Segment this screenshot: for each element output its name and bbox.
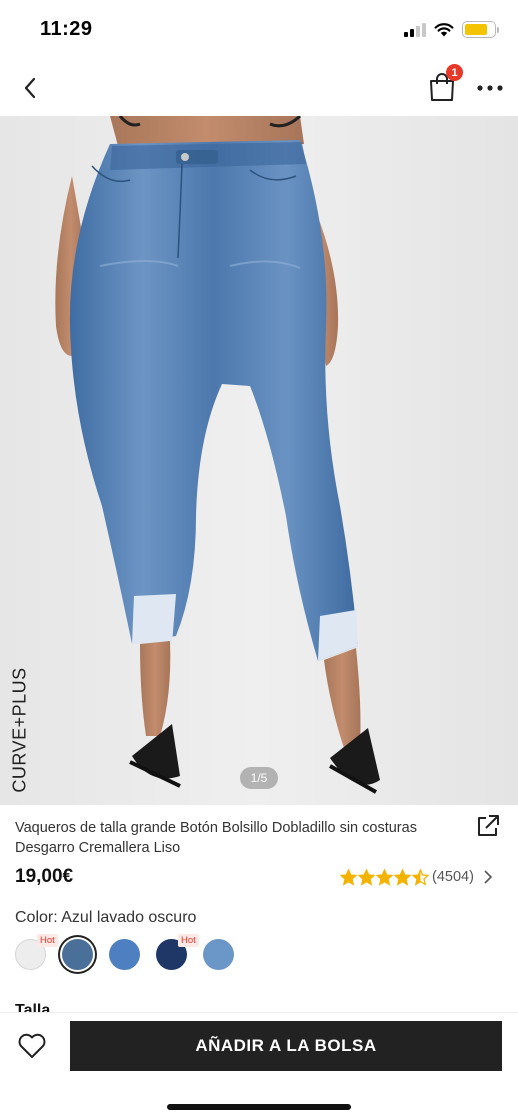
brand-tag-text: CURVE+PLUS [9, 667, 30, 793]
brand-tag: CURVE+PLUS [6, 667, 34, 793]
heart-outline-icon [18, 1033, 46, 1058]
color-label: Color: Azul lavado oscuro [15, 909, 197, 926]
color-swatch-azul-lavado-oscuro[interactable] [62, 939, 93, 970]
bottom-action-bar: AÑADIR A LA BOLSA [0, 1012, 518, 1120]
rating-stars [340, 868, 429, 886]
star-filled-icon [376, 868, 393, 886]
signal-bar [422, 22, 426, 37]
chevron-left-icon [24, 77, 36, 99]
product-photo [0, 116, 518, 805]
battery-fill [465, 24, 488, 35]
hot-badge: Hot [178, 934, 199, 947]
home-indicator [167, 1104, 351, 1110]
star-filled-icon [340, 868, 357, 886]
back-button[interactable] [14, 72, 46, 104]
status-icons [404, 21, 499, 38]
more-options-button[interactable] [474, 74, 506, 102]
product-title: Vaqueros de talla grande Botón Bolsillo … [15, 820, 417, 856]
cellular-signal-icon [404, 22, 426, 37]
nav-bar: 1 [0, 60, 518, 116]
ellipsis-icon [477, 85, 503, 91]
battery-icon [462, 21, 499, 38]
star-half-icon [412, 868, 429, 886]
share-icon [478, 815, 499, 836]
product-image-carousel[interactable]: CURVE+PLUS 1/5 [0, 116, 518, 805]
share-button[interactable] [474, 812, 502, 840]
signal-bar [410, 28, 414, 37]
signal-bar [404, 31, 408, 37]
wishlist-button[interactable] [16, 1030, 48, 1062]
bag-count-badge: 1 [446, 64, 463, 81]
star-filled-icon [358, 868, 375, 886]
color-swatch-azul-medio[interactable] [109, 939, 140, 970]
hot-badge: Hot [37, 934, 58, 947]
rating-count: (4504) [432, 869, 474, 885]
status-bar: 11:29 [0, 0, 518, 60]
status-time: 11:29 [40, 18, 93, 40]
chevron-right-icon [484, 870, 493, 884]
color-swatch-azul-claro[interactable] [203, 939, 234, 970]
add-to-bag-button[interactable]: AÑADIR A LA BOLSA [70, 1021, 502, 1071]
signal-bar [416, 25, 420, 37]
product-rating[interactable]: (4504) [340, 866, 493, 888]
star-filled-icon [394, 868, 411, 886]
image-page-indicator: 1/5 [240, 767, 278, 789]
wifi-icon [434, 23, 454, 37]
product-price: 19,00€ [15, 866, 74, 887]
